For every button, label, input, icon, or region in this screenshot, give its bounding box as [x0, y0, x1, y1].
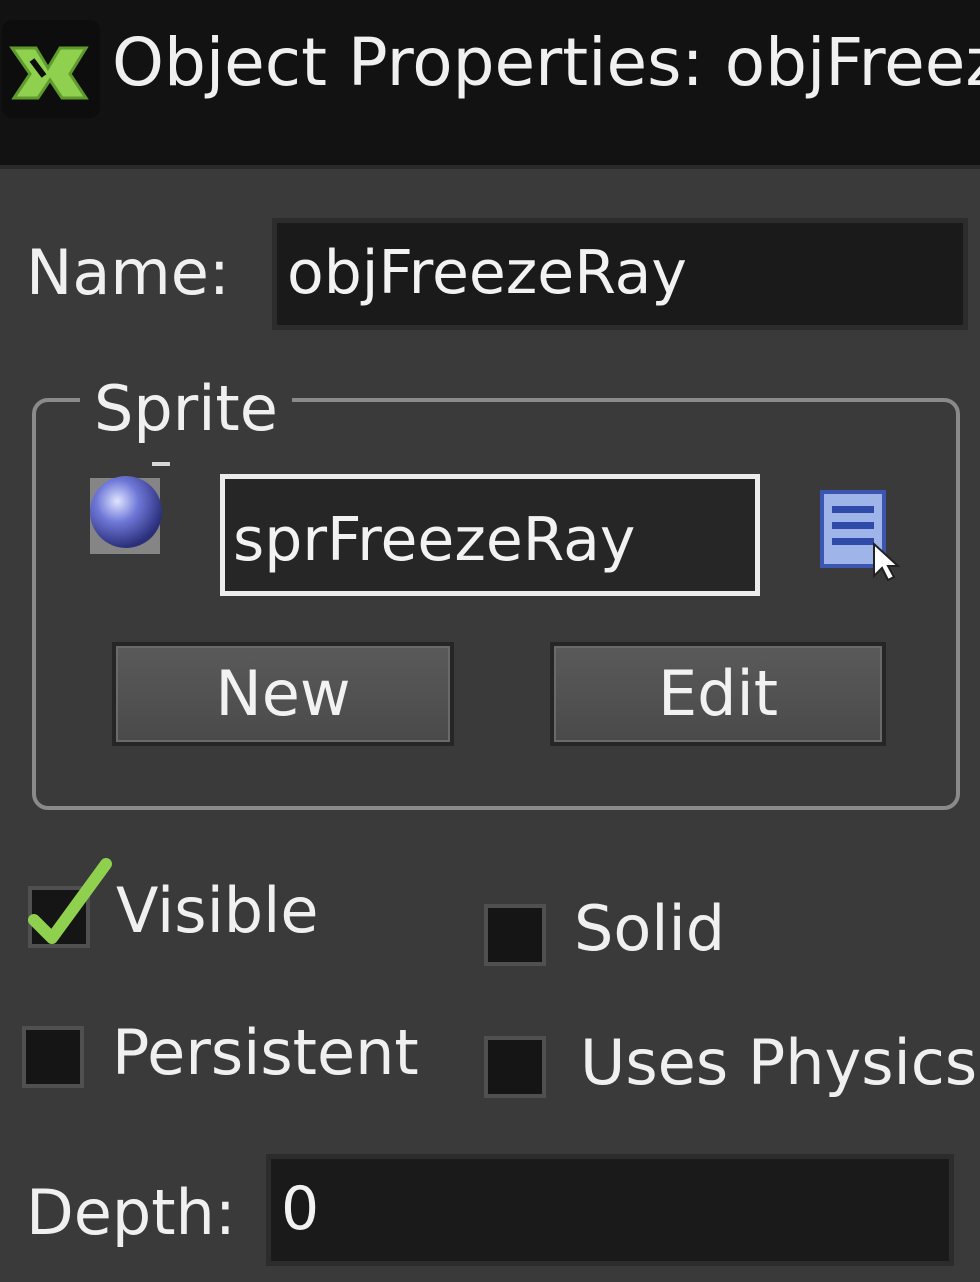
title-bar: Object Properties: objFreez [0, 0, 980, 169]
depth-label: Depth: [26, 1176, 236, 1249]
checkmark-icon [28, 858, 112, 944]
solid-checkbox[interactable] [484, 904, 546, 966]
sprite-preview-icon [82, 460, 182, 560]
depth-value: 0 [281, 1174, 320, 1244]
sprite-group-label: Sprite [80, 378, 292, 440]
new-sprite-button[interactable]: New [112, 642, 454, 746]
sprite-value: sprFreezeRay [233, 505, 636, 575]
persistent-label: Persistent [112, 1016, 419, 1089]
name-field[interactable]: objFreezeRay [272, 218, 968, 330]
edit-sprite-button[interactable]: Edit [550, 642, 886, 746]
visible-checkbox[interactable] [28, 858, 112, 948]
persistent-checkbox[interactable] [22, 1026, 84, 1088]
depth-field[interactable]: 0 [266, 1154, 954, 1266]
uses-physics-label: Uses Physics [580, 1026, 978, 1099]
gamemaker-logo-icon [2, 20, 100, 118]
name-label: Name: [26, 236, 230, 309]
name-value: objFreezeRay [287, 238, 687, 308]
sprite-menu-icon[interactable] [818, 486, 902, 582]
window-title: Object Properties: objFreez [112, 24, 980, 101]
uses-physics-checkbox[interactable] [484, 1036, 546, 1098]
solid-label: Solid [574, 892, 726, 965]
visible-label: Visible [116, 874, 319, 947]
sprite-field[interactable]: sprFreezeRay [220, 474, 760, 596]
